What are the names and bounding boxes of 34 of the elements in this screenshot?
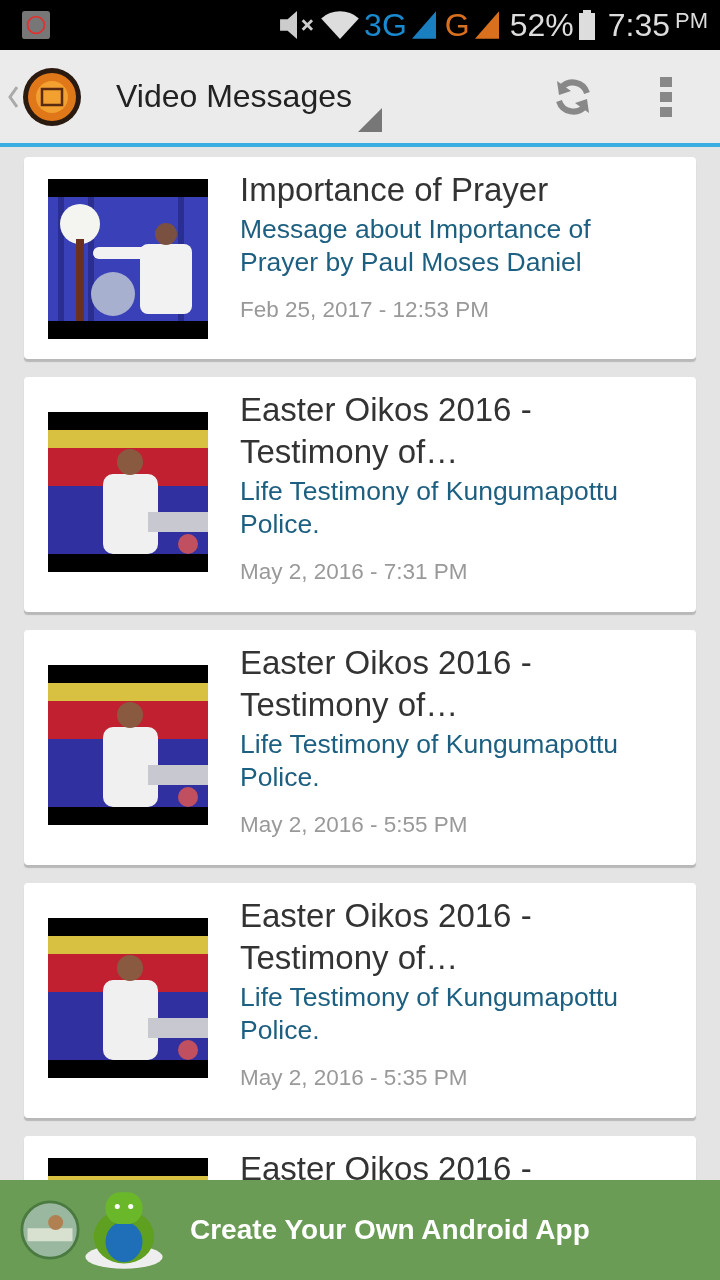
overflow-menu-icon — [660, 76, 672, 117]
dropdown-corner-icon — [358, 107, 382, 132]
clock-period: PM — [675, 7, 708, 34]
video-description: Message about Importance of Prayer by Paul Moses Daniel — [240, 213, 592, 279]
banner-text: Create Your Own Android App — [190, 1214, 590, 1246]
battery-icon — [578, 10, 595, 40]
signal-icon — [411, 11, 436, 39]
wifi-icon — [321, 9, 360, 41]
video-description: Life Testimony of Kungumapottu Police. — [240, 728, 620, 794]
notification-icon — [22, 11, 50, 39]
video-title: Importance of Prayer — [240, 170, 550, 210]
caret-icon — [8, 84, 18, 109]
clock: 7:35 — [607, 6, 670, 44]
video-card[interactable]: Easter Oikos 2016 - — [24, 1136, 696, 1180]
video-title: Easter Oikos 2016 - — [240, 1149, 533, 1180]
logo-icon — [22, 66, 82, 127]
video-date: May 2, 2016 - 5:55 PM — [240, 812, 469, 838]
video-date: Feb 25, 2017 - 12:53 PM — [240, 297, 490, 323]
signal-icon — [474, 11, 499, 39]
video-title: Easter Oikos 2016 - Testimony of… — [240, 643, 533, 725]
network-type: G — [444, 6, 470, 44]
video-card[interactable]: Importance of Prayer Message about Importance of Prayer by Paul Moses Daniel Feb 25, 2017 - 12:53 PM — [24, 157, 696, 359]
video-description: Life Testimony of Kungumapottu Police. — [240, 981, 620, 1047]
video-date: May 2, 2016 - 5:35 PM — [240, 1065, 469, 1091]
battery-percent: 52% — [509, 6, 574, 44]
video-card[interactable]: Easter Oikos 2016 - Testimony of… Life Testimony of Kungumapottu Police. May 2, 2016 - 5:55 PM — [24, 630, 696, 865]
title-dropdown[interactable]: Video Messages — [88, 53, 382, 140]
video-description: Life Testimony of Kungumapottu Police. — [240, 475, 620, 541]
network-type: 3G — [364, 6, 407, 44]
video-title: Easter Oikos 2016 - Testimony of… — [240, 390, 533, 472]
video-title: Easter Oikos 2016 - Testimony of… — [240, 896, 533, 978]
video-date: May 2, 2016 - 7:31 PM — [240, 559, 469, 585]
video-card[interactable]: Easter Oikos 2016 - Testimony of… Life Testimony of Kungumapottu Police. May 2, 2016 - 5:35 PM — [24, 883, 696, 1118]
video-card[interactable]: Easter Oikos 2016 - Testimony of… Life Testimony of Kungumapottu Police. May 2, 2016 - 7:31 PM — [24, 377, 696, 612]
